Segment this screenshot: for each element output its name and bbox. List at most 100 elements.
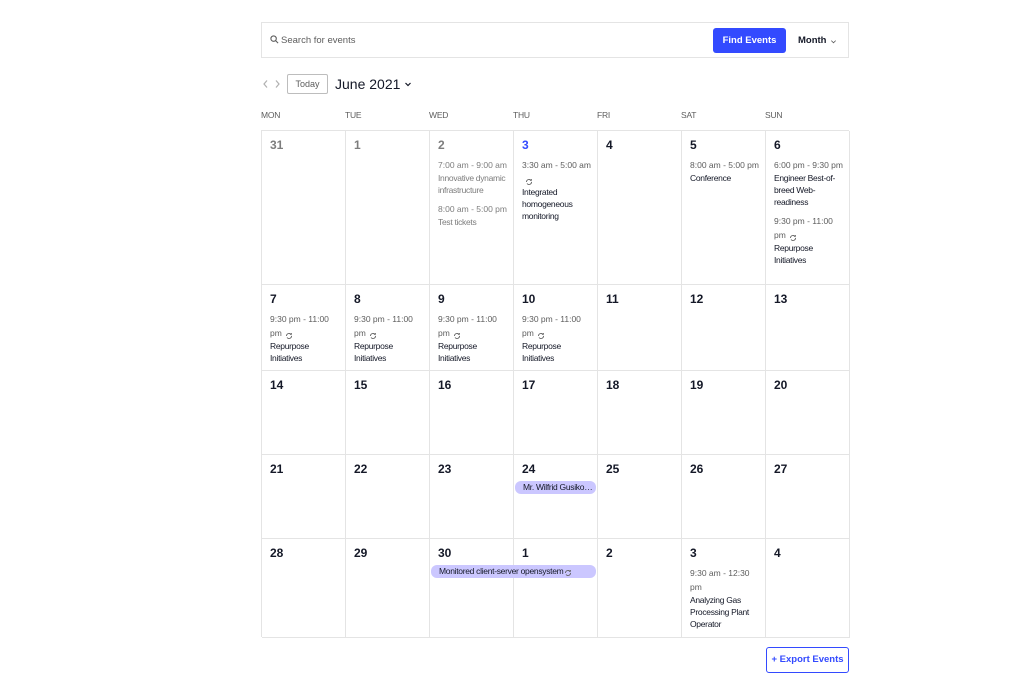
- day-number[interactable]: 10: [522, 292, 535, 306]
- event-title[interactable]: Repurpose Initiatives: [270, 340, 341, 364]
- day-cell[interactable]: 24: [514, 455, 598, 539]
- search-input[interactable]: [281, 30, 701, 50]
- day-number[interactable]: 18: [606, 378, 619, 392]
- day-cell[interactable]: 6 6:00 pm - 9:30 pm Engineer Best-of-breed…: [766, 131, 850, 285]
- day-cell[interactable]: 16: [430, 371, 514, 455]
- day-number[interactable]: 16: [438, 378, 451, 392]
- day-number[interactable]: 2: [438, 138, 445, 152]
- day-cell[interactable]: 1: [346, 131, 430, 285]
- event-item[interactable]: 9:30 pm - 11:00 pm Repurpose Initiatives: [774, 214, 845, 266]
- event-item[interactable]: 9:30 pm - 11:00 pm Repurpose Initiatives: [270, 312, 341, 364]
- day-number[interactable]: 19: [690, 378, 703, 392]
- day-number[interactable]: 3: [690, 546, 697, 560]
- day-number[interactable]: 22: [354, 462, 367, 476]
- day-cell[interactable]: 21: [262, 455, 346, 539]
- day-cell[interactable]: 10 9:30 pm - 11:00 pm Repurpose Initiative…: [514, 285, 598, 371]
- event-item[interactable]: 3:30 am - 5:00 am Integrated homogeneous …: [522, 158, 593, 222]
- day-number[interactable]: 11: [606, 292, 619, 306]
- multiday-event[interactable]: Monitored client-server opensystem: [431, 565, 596, 578]
- day-number[interactable]: 24: [522, 462, 535, 476]
- event-item[interactable]: 9:30 pm - 11:00 pm Repurpose Initiatives: [354, 312, 425, 364]
- previous-month-button[interactable]: [259, 73, 271, 95]
- day-cell[interactable]: 28: [262, 539, 346, 638]
- day-cell[interactable]: 22: [346, 455, 430, 539]
- event-title[interactable]: Analyzing Gas Processing Plant Operator: [690, 594, 761, 630]
- day-number[interactable]: 30: [438, 546, 451, 560]
- day-cell[interactable]: 18: [598, 371, 682, 455]
- day-number[interactable]: 28: [270, 546, 283, 560]
- event-title[interactable]: Engineer Best-of-breed Web-readiness: [774, 172, 845, 208]
- day-cell[interactable]: 9 9:30 pm - 11:00 pm Repurpose Initiatives: [430, 285, 514, 371]
- day-number[interactable]: 4: [606, 138, 613, 152]
- day-cell[interactable]: 29: [346, 539, 430, 638]
- day-cell[interactable]: 12: [682, 285, 766, 371]
- event-title[interactable]: Repurpose Initiatives: [522, 340, 593, 364]
- day-number[interactable]: 1: [522, 546, 529, 560]
- day-number[interactable]: 29: [354, 546, 367, 560]
- day-cell[interactable]: 14: [262, 371, 346, 455]
- event-title[interactable]: Repurpose Initiatives: [438, 340, 509, 364]
- day-number[interactable]: 4: [774, 546, 781, 560]
- day-number[interactable]: 1: [354, 138, 361, 152]
- day-cell[interactable]: 7 9:30 pm - 11:00 pm Repurpose Initiatives: [262, 285, 346, 371]
- day-number[interactable]: 20: [774, 378, 787, 392]
- month-picker[interactable]: June 2021: [335, 76, 412, 92]
- day-number[interactable]: 3: [522, 138, 529, 152]
- day-number[interactable]: 2: [606, 546, 613, 560]
- day-number[interactable]: 8: [354, 292, 361, 306]
- day-cell[interactable]: 30: [430, 539, 514, 638]
- event-item[interactable]: 8:00 am - 5:00 pm Test tickets: [438, 202, 509, 228]
- today-button[interactable]: Today: [287, 74, 328, 94]
- day-number[interactable]: 17: [522, 378, 535, 392]
- day-cell[interactable]: 3 9:30 am - 12:30 pm Analyzing Gas Process…: [682, 539, 766, 638]
- day-number[interactable]: 13: [774, 292, 787, 306]
- day-cell[interactable]: 5 8:00 am - 5:00 pm Conference: [682, 131, 766, 285]
- day-cell[interactable]: 19: [682, 371, 766, 455]
- day-cell[interactable]: 2 7:00 am - 9:00 am Innovative dynamic inf…: [430, 131, 514, 285]
- event-title[interactable]: Conference: [690, 172, 761, 184]
- day-cell[interactable]: 4: [766, 539, 850, 638]
- event-title[interactable]: Repurpose Initiatives: [774, 242, 845, 266]
- day-cell[interactable]: 27: [766, 455, 850, 539]
- day-cell[interactable]: 2: [598, 539, 682, 638]
- event-title[interactable]: Repurpose Initiatives: [354, 340, 425, 364]
- day-number[interactable]: 27: [774, 462, 787, 476]
- day-number[interactable]: 25: [606, 462, 619, 476]
- day-number[interactable]: 14: [270, 378, 283, 392]
- day-number[interactable]: 31: [270, 138, 283, 152]
- day-number[interactable]: 7: [270, 292, 277, 306]
- day-cell[interactable]: 8 9:30 pm - 11:00 pm Repurpose Initiatives: [346, 285, 430, 371]
- day-cell[interactable]: 25: [598, 455, 682, 539]
- event-title[interactable]: Innovative dynamic infrastructure: [438, 172, 509, 196]
- event-item[interactable]: 7:00 am - 9:00 am Innovative dynamic infr…: [438, 158, 509, 196]
- day-number[interactable]: 21: [270, 462, 283, 476]
- export-events-button[interactable]: + Export Events: [766, 647, 849, 673]
- event-item[interactable]: 9:30 pm - 11:00 pm Repurpose Initiatives: [438, 312, 509, 364]
- day-number[interactable]: 6: [774, 138, 781, 152]
- day-cell[interactable]: 3 3:30 am - 5:00 am Integrated homogeneous…: [514, 131, 598, 285]
- event-title[interactable]: Test tickets: [438, 216, 509, 228]
- day-number[interactable]: 5: [690, 138, 697, 152]
- find-events-button[interactable]: Find Events: [713, 28, 786, 53]
- day-cell[interactable]: 1: [514, 539, 598, 638]
- event-title[interactable]: Integrated homogeneous monitoring: [522, 186, 593, 222]
- next-month-button[interactable]: [271, 73, 283, 95]
- event-item[interactable]: 8:00 am - 5:00 pm Conference: [690, 158, 761, 184]
- multiday-event[interactable]: Mr. Wilfrid Gusikowski: [515, 481, 596, 494]
- day-number[interactable]: 26: [690, 462, 703, 476]
- day-cell[interactable]: 11: [598, 285, 682, 371]
- day-number[interactable]: 9: [438, 292, 445, 306]
- day-cell[interactable]: 26: [682, 455, 766, 539]
- view-selector[interactable]: Month: [798, 33, 837, 49]
- day-cell[interactable]: 13: [766, 285, 850, 371]
- day-cell[interactable]: 20: [766, 371, 850, 455]
- event-item[interactable]: 6:00 pm - 9:30 pm Engineer Best-of-breed …: [774, 158, 845, 208]
- day-cell[interactable]: 4: [598, 131, 682, 285]
- day-cell[interactable]: 31: [262, 131, 346, 285]
- day-cell[interactable]: 23: [430, 455, 514, 539]
- day-cell[interactable]: 17: [514, 371, 598, 455]
- day-cell[interactable]: 15: [346, 371, 430, 455]
- event-item[interactable]: 9:30 am - 12:30 pm Analyzing Gas Processi…: [690, 566, 761, 630]
- day-number[interactable]: 23: [438, 462, 451, 476]
- day-number[interactable]: 12: [690, 292, 703, 306]
